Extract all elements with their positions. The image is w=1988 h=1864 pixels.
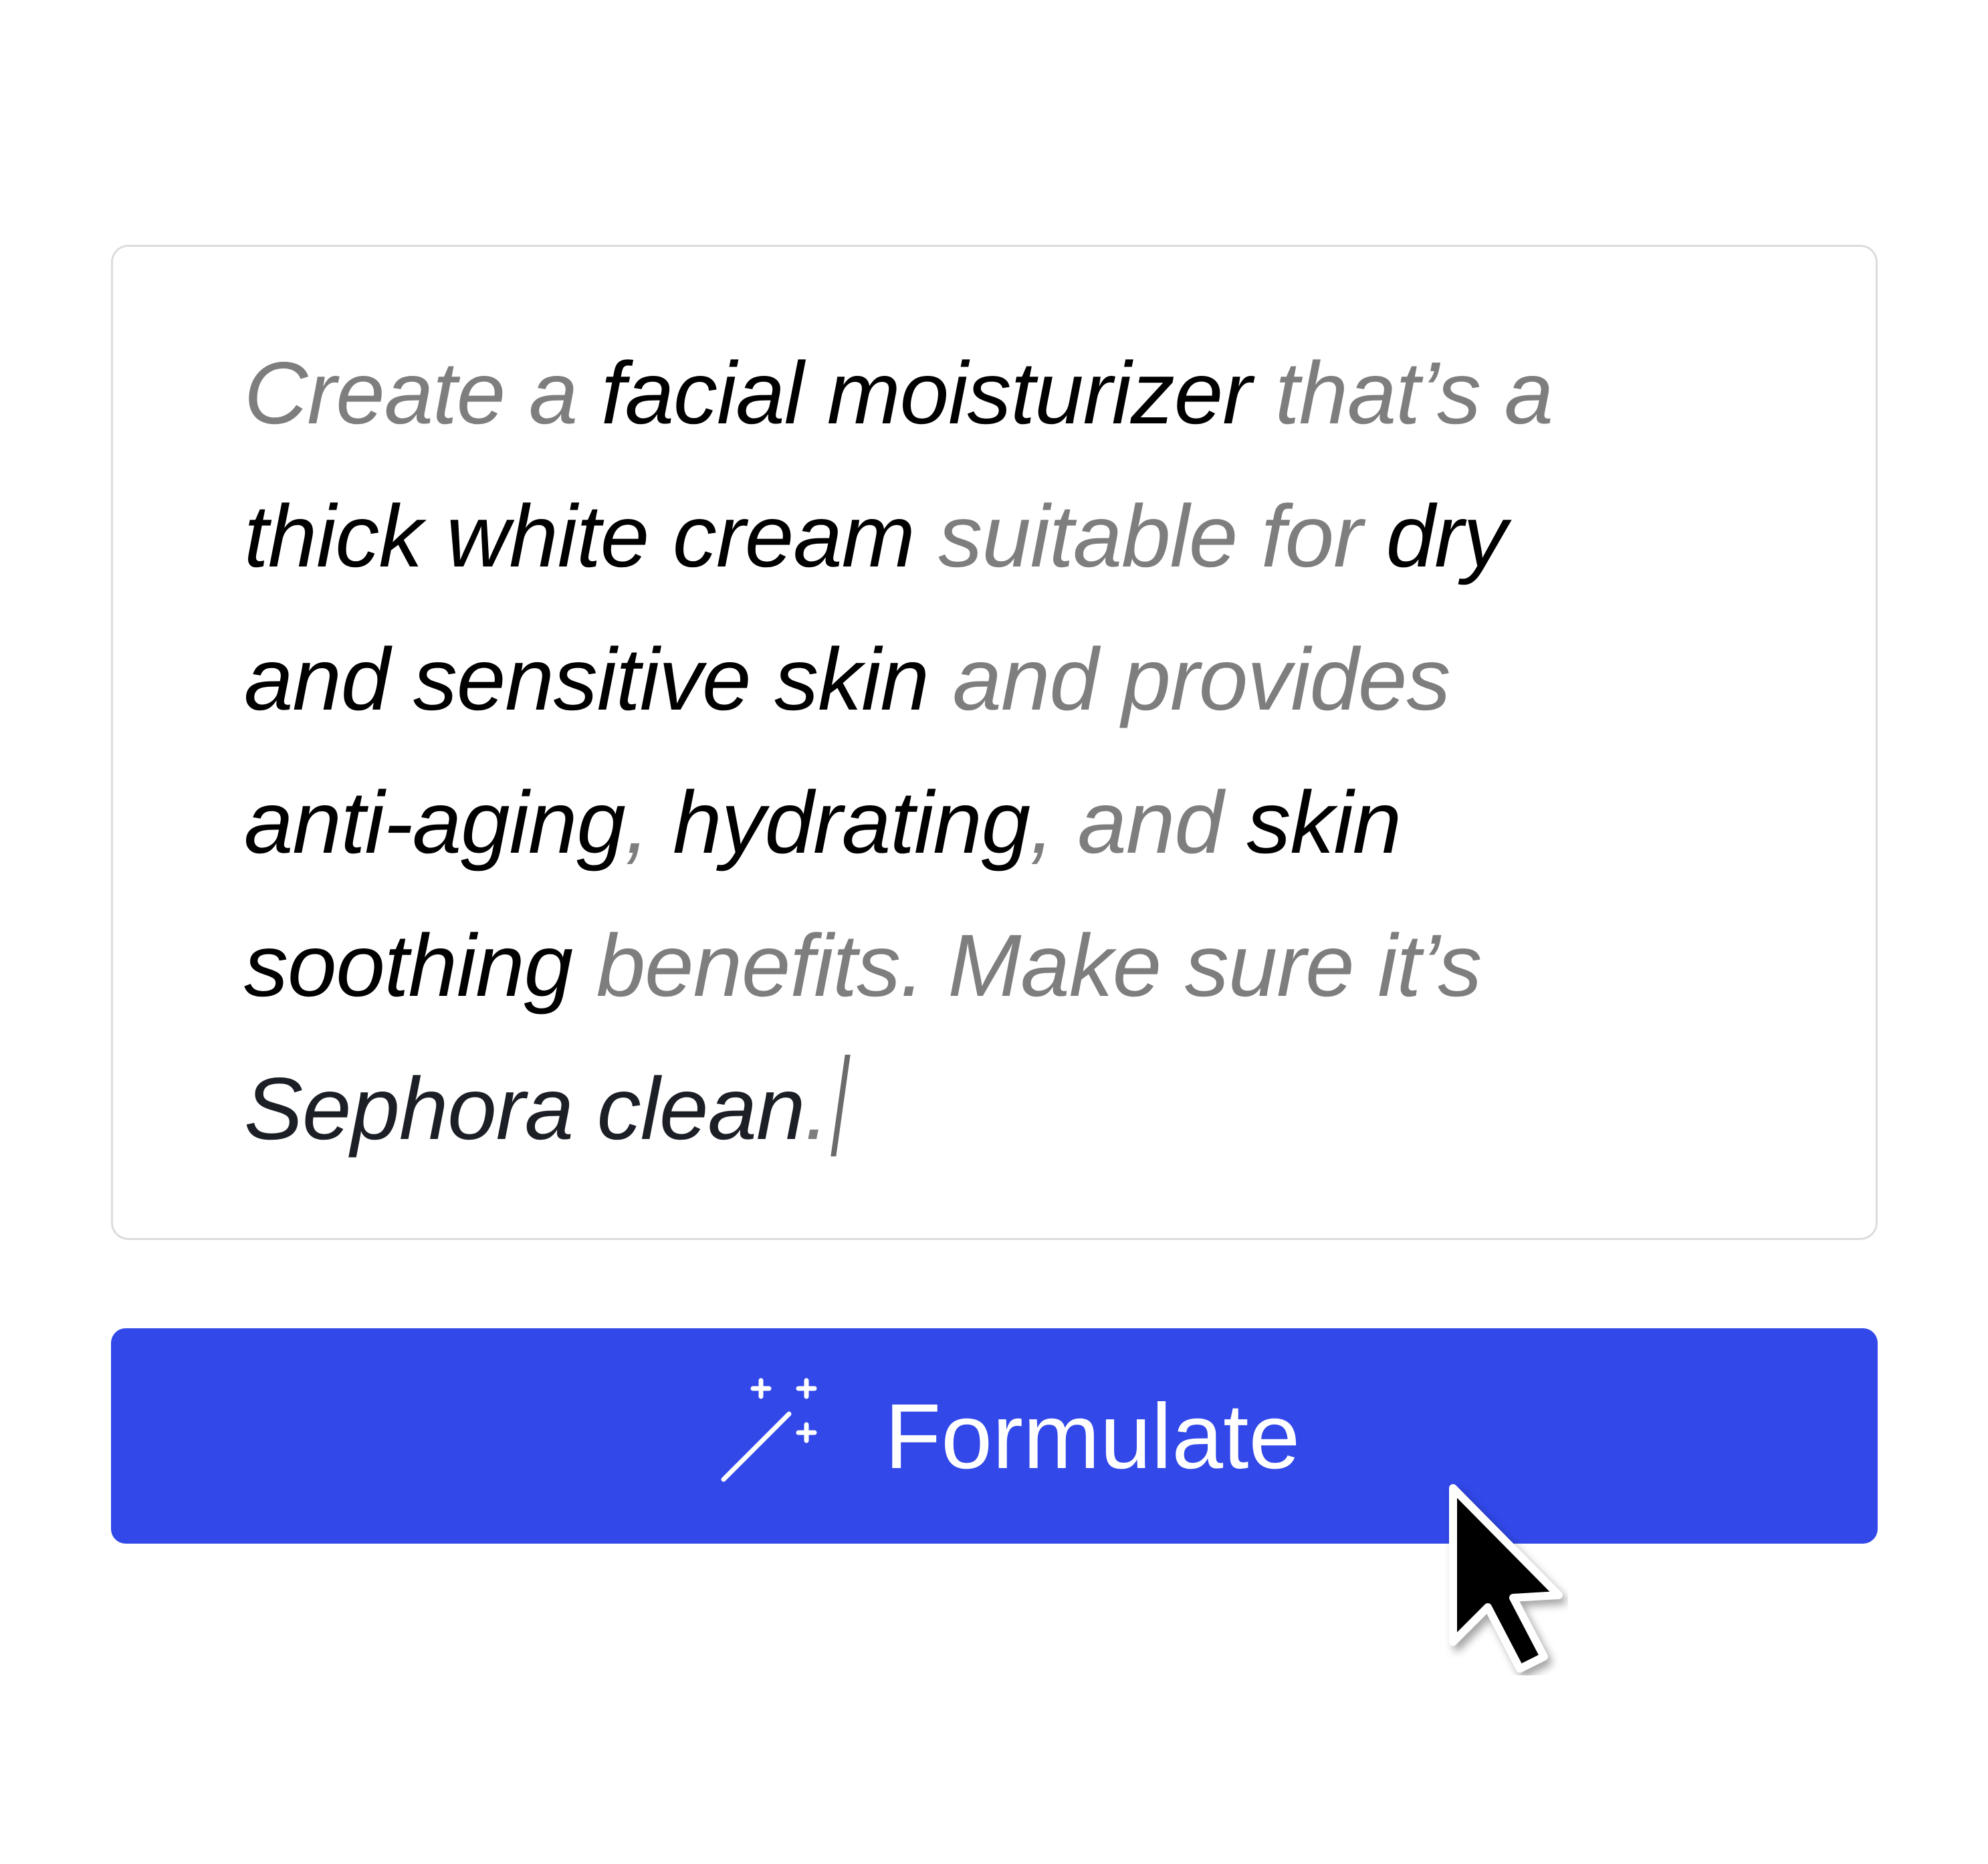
prompt-keyword: hydrating	[673, 773, 1030, 871]
prompt-keyword: Sephora clean	[244, 1059, 805, 1158]
prompt-segment: and provides	[928, 630, 1451, 728]
prompt-segment: , and	[1030, 773, 1247, 871]
prompt-segment: benefits. Make sure it’s	[572, 916, 1482, 1015]
prompt-keyword: dry	[1386, 487, 1507, 585]
prompt-keyword: facial moisturizer	[600, 344, 1252, 442]
mouse-pointer-icon	[1449, 1484, 1563, 1673]
prompt-line: anti-aging, hydrating, and skin	[244, 751, 1782, 894]
prompt-line: thick white cream suitable for dry	[244, 465, 1782, 608]
prompt-segment: suitable for	[914, 487, 1386, 585]
formulate-button-label: Formulate	[885, 1385, 1301, 1488]
prompt-line: and sensitive skin and provides	[244, 608, 1782, 751]
prompt-segment: .	[804, 1059, 829, 1158]
prompt-keyword: soothing	[244, 916, 573, 1015]
prompt-keyword: anti-aging	[244, 773, 626, 871]
prompt-keyword: skin	[1246, 773, 1402, 871]
text-caret	[831, 1055, 851, 1156]
prompt-line: Create a facial moisturizer that’s a	[244, 322, 1782, 465]
magic-wand-icon	[721, 1378, 817, 1482]
prompt-keyword: thick white cream	[244, 487, 915, 585]
prompt-segment: Create a	[244, 344, 601, 442]
prompt-text[interactable]: Create a facial moisturizer that’s a thi…	[244, 322, 1782, 1180]
prompt-segment: ,	[625, 773, 673, 871]
prompt-keyword: and sensitive skin	[244, 630, 929, 728]
prompt-segment: that’s a	[1251, 344, 1553, 442]
prompt-line: Sephora clean.	[244, 1037, 1782, 1180]
prompt-line: soothing benefits. Make sure it’s	[244, 894, 1782, 1037]
